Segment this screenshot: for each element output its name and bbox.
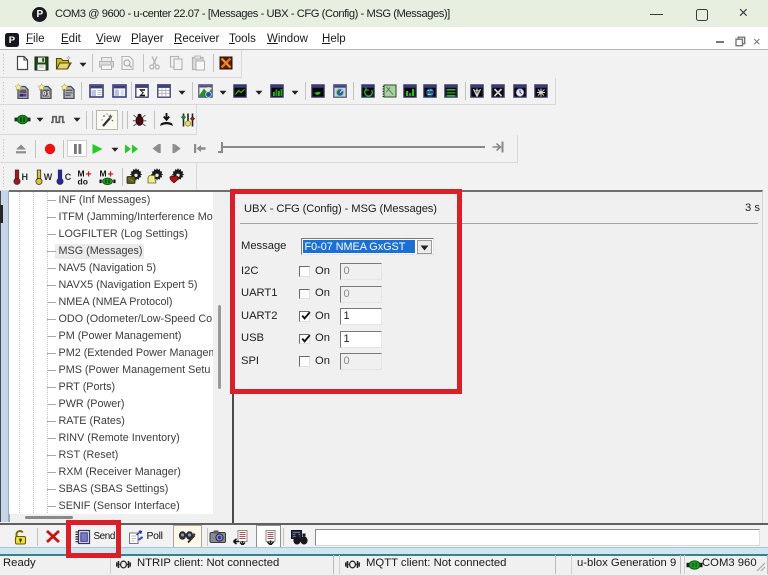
svg-text:01: 01: [43, 90, 51, 97]
svg-text:do: do: [78, 176, 88, 185]
svg-text:M: M: [99, 169, 106, 179]
